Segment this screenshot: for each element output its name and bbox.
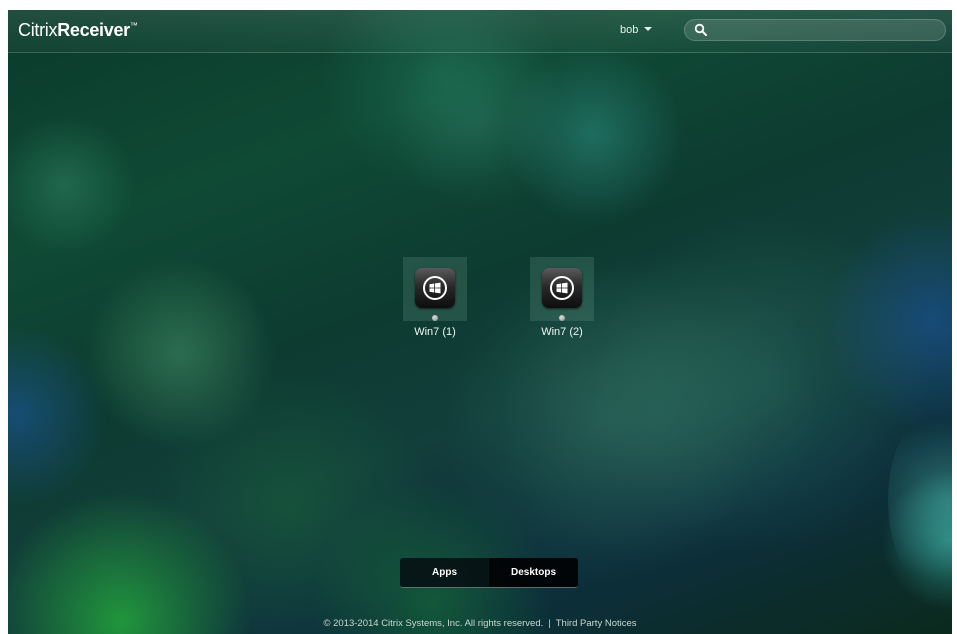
receiver-background: CitrixReceiver™ bob Win7 (1) Win7 (2) Ap… [8, 10, 952, 634]
user-menu[interactable]: bob [620, 24, 653, 36]
desktop-tile-frame [530, 257, 594, 321]
logo-trademark: ™ [129, 21, 138, 30]
search-input[interactable] [713, 22, 943, 40]
desktop-tile-win7-1[interactable]: Win7 (1) [390, 257, 480, 338]
citrix-receiver-logo: CitrixReceiver™ [18, 20, 138, 41]
status-indicator [559, 315, 565, 321]
logo-prefix: Citrix [18, 20, 58, 40]
logo-product: Receiver [57, 20, 130, 40]
third-party-notices-link[interactable]: Third Party Notices [556, 618, 637, 629]
bokeh-decoration [388, 30, 568, 210]
search-icon [694, 23, 707, 36]
footer-separator: | [548, 618, 551, 629]
windows-logo-icon [415, 268, 455, 308]
desktop-label: Win7 (1) [414, 326, 456, 338]
tab-apps[interactable]: Apps [400, 558, 489, 587]
view-switcher: Apps Desktops [400, 558, 578, 588]
desktop-label: Win7 (2) [541, 326, 583, 338]
bokeh-decoration [888, 400, 952, 600]
chevron-down-icon [644, 27, 653, 32]
footer: © 2013-2014 Citrix Systems, Inc. All rig… [8, 618, 952, 629]
user-name: bob [620, 24, 639, 36]
bokeh-decoration [88, 260, 278, 450]
status-indicator [432, 315, 438, 321]
copyright-text: © 2013-2014 Citrix Systems, Inc. All rig… [323, 618, 544, 629]
top-bar: CitrixReceiver™ bob [8, 10, 952, 53]
windows-logo-icon [542, 268, 582, 308]
search-box[interactable] [684, 19, 946, 41]
desktop-tile-frame [403, 257, 467, 321]
desktop-tile-win7-2[interactable]: Win7 (2) [517, 257, 607, 338]
tab-desktops[interactable]: Desktops [489, 558, 578, 587]
